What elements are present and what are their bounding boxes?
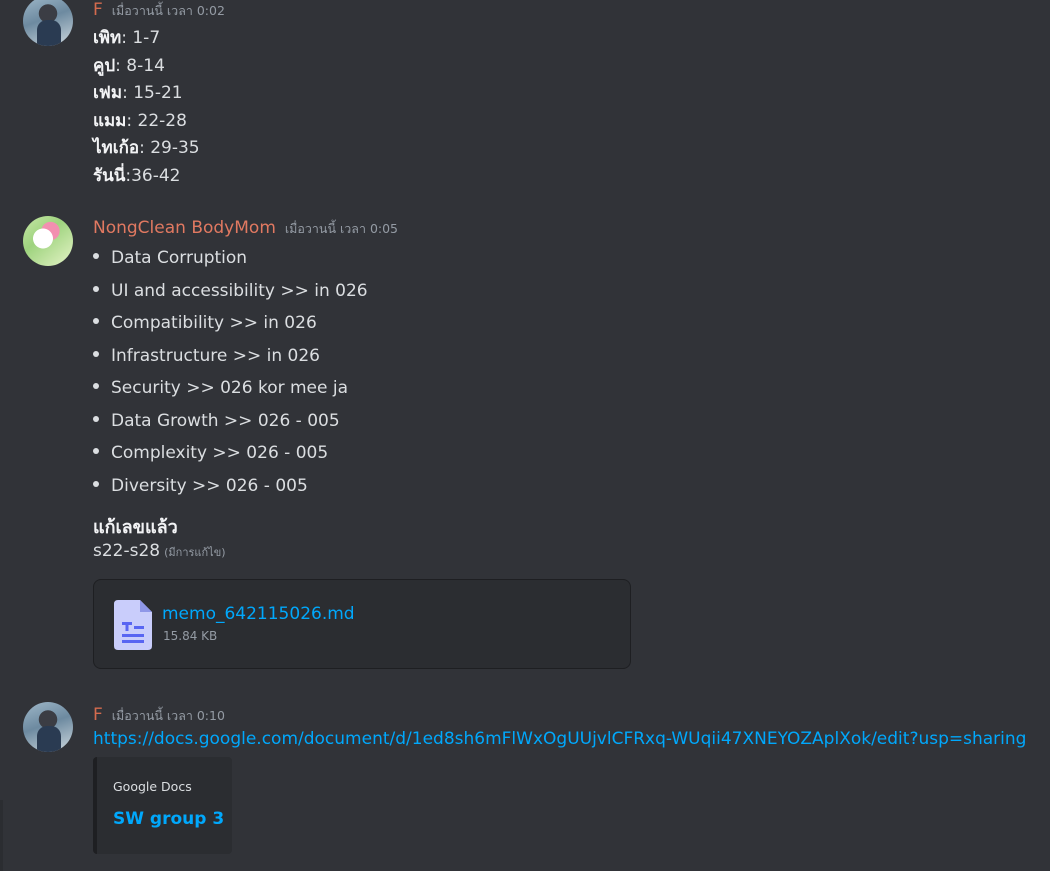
author-name[interactable]: F <box>93 0 103 20</box>
list-item-text: Compatibility >> in 026 <box>111 313 317 333</box>
line-value: : 8-14 <box>115 56 165 76</box>
bullet-dot <box>93 253 99 259</box>
timestamp: เมื่อวานนี้ เวลา 0:10 <box>111 708 225 723</box>
scroll-edge <box>0 800 3 871</box>
line-label: เพิท <box>93 28 122 48</box>
message-link[interactable]: https://docs.google.com/document/d/1ed8s… <box>93 729 1026 749</box>
file-name-link[interactable]: memo_642115026.md <box>162 604 355 624</box>
list-item-text: Complexity >> 026 - 005 <box>111 443 329 463</box>
list-item: UI and accessibility >> in 026 <box>93 281 368 301</box>
message-header: NongClean BodyMom เมื่อวานนี้ เวลา 0:05 <box>93 218 398 239</box>
file-size: 15.84 KB <box>163 629 218 643</box>
timestamp: เมื่อวานนี้ เวลา 0:02 <box>111 3 225 18</box>
list-item: Security >> 026 kor mee ja <box>93 378 348 398</box>
bullet-dot <box>93 351 99 357</box>
note-text: s22-s28 <box>93 541 161 561</box>
line-label: แมม <box>93 111 127 131</box>
bullet-dot <box>93 416 99 422</box>
edited-label: (มีการแก้ไข) <box>164 546 226 559</box>
bullet-dot <box>93 318 99 324</box>
message-line: แมม: 22-28 <box>93 107 187 134</box>
message-line: คูป: 8-14 <box>93 52 165 79</box>
embed-provider: Google Docs <box>113 779 192 794</box>
list-item: Data Corruption <box>93 248 247 268</box>
line-value: :36-42 <box>125 166 181 186</box>
author-name[interactable]: F <box>93 705 103 725</box>
message-header: F เมื่อวานนี้ เวลา 0:02 <box>93 0 225 21</box>
line-label: รันนี่ <box>93 166 126 186</box>
embed-title-link[interactable]: SW group 3 <box>113 809 224 829</box>
message-header: F เมื่อวานนี้ เวลา 0:10 <box>93 705 225 726</box>
line-label: ไทเก้อ <box>93 138 140 158</box>
line-value: : 29-35 <box>139 138 200 158</box>
list-item-text: Infrastructure >> in 026 <box>111 346 320 366</box>
list-item-text: Diversity >> 026 - 005 <box>111 476 308 496</box>
line-value: : 22-28 <box>126 111 187 131</box>
list-item-text: UI and accessibility >> in 026 <box>111 281 368 301</box>
author-name[interactable]: NongClean BodyMom <box>93 218 276 238</box>
message-heading: แก้เลขแล้ว <box>93 517 178 538</box>
timestamp: เมื่อวานนี้ เวลา 0:05 <box>284 221 399 236</box>
message-line: เฟม: 15-21 <box>93 79 183 106</box>
line-value: : 1-7 <box>121 28 161 48</box>
file-attachment[interactable]: memo_642115026.md 15.84 KB <box>93 579 631 669</box>
avatar[interactable] <box>23 216 73 266</box>
avatar[interactable] <box>23 702 73 752</box>
list-item-text: Data Growth >> 026 - 005 <box>111 411 340 431</box>
line-label: คูป <box>93 56 116 76</box>
message-line: ไทเก้อ: 29-35 <box>93 134 200 161</box>
bullet-dot <box>93 448 99 454</box>
list-item-text: Data Corruption <box>111 248 248 268</box>
message-line: s22-s28 (มีการแก้ไข) <box>93 541 226 561</box>
line-label: เฟม <box>93 83 123 103</box>
list-item: Compatibility >> in 026 <box>93 313 317 333</box>
message-line: เพิท: 1-7 <box>93 24 160 51</box>
list-item: Infrastructure >> in 026 <box>93 346 320 366</box>
avatar[interactable] <box>23 0 73 46</box>
list-item: Data Growth >> 026 - 005 <box>93 411 340 431</box>
message-line: รันนี่:36-42 <box>93 162 181 189</box>
line-value: : 15-21 <box>122 83 183 103</box>
document-icon <box>114 600 152 650</box>
bullet-dot <box>93 481 99 487</box>
bullet-dot <box>93 286 99 292</box>
link-embed: Google Docs SW group 3 <box>93 757 232 854</box>
list-item: Diversity >> 026 - 005 <box>93 476 308 496</box>
list-item: Complexity >> 026 - 005 <box>93 443 328 463</box>
list-item-text: Security >> 026 kor mee ja <box>111 378 349 398</box>
bullet-dot <box>93 383 99 389</box>
